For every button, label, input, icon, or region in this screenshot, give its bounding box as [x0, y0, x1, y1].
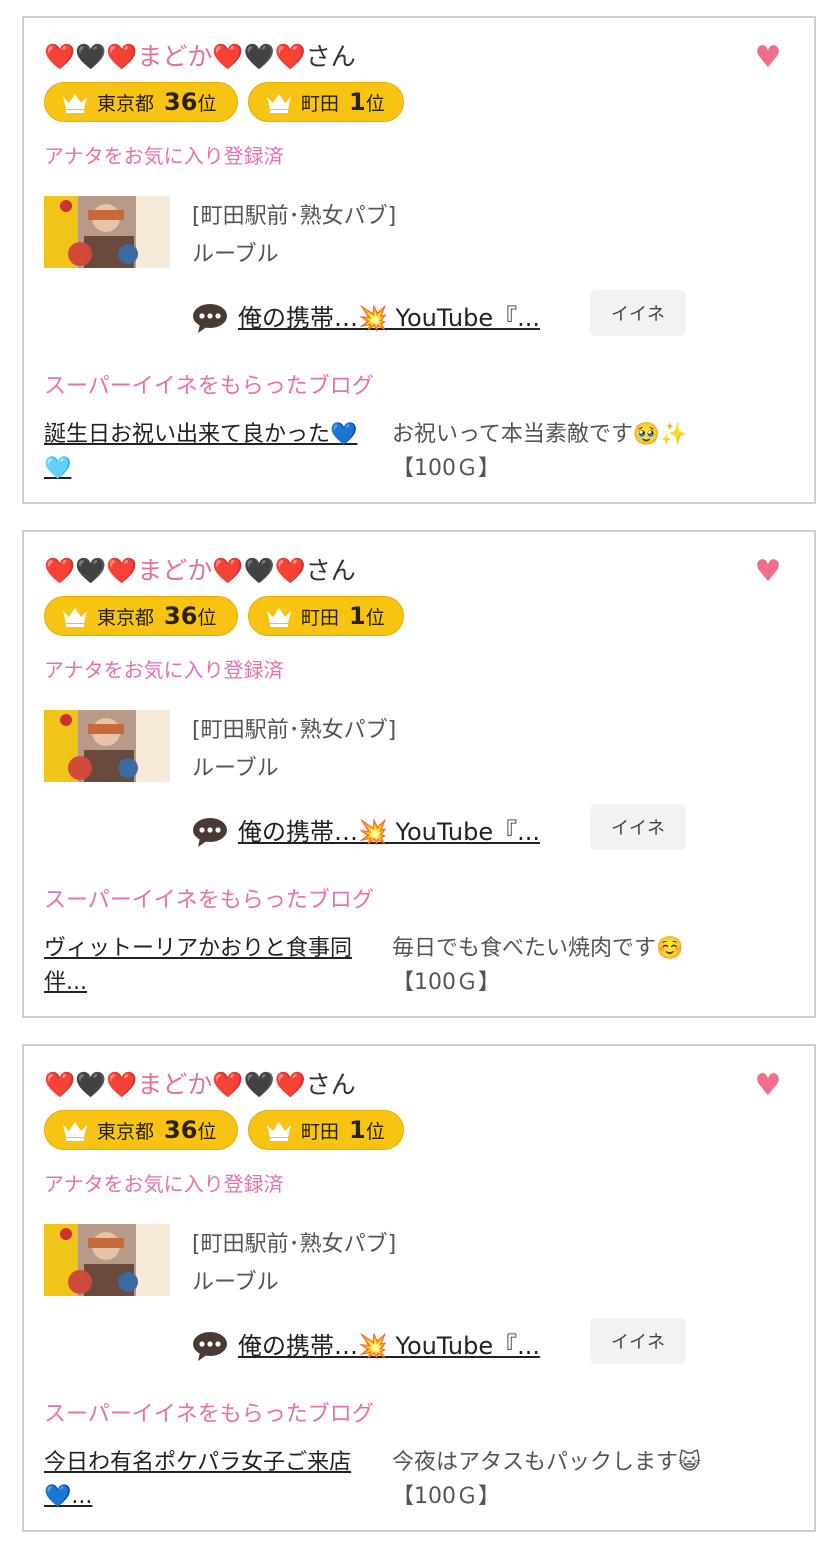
- super-iine-points: 【100Ｇ】: [392, 1484, 500, 1509]
- super-iine-blog-link[interactable]: 今日わ有名ポケパラ女子ご来店💙...: [44, 1446, 374, 1514]
- favorite-status: アナタをお気に入り登録済: [44, 144, 284, 168]
- user-honorific: さん: [305, 42, 356, 71]
- ranking-badge-machida[interactable]: 町田 1位: [248, 82, 404, 122]
- user-name[interactable]: ❤️🖤❤️まどか❤️🖤❤️さん: [44, 1068, 356, 1102]
- super-iine-blog-link[interactable]: 誕生日お祝い出来て良かった💙🩵: [44, 418, 374, 486]
- badge-rank-suffix: 位: [365, 1120, 385, 1143]
- blog-thumbnail[interactable]: [44, 196, 170, 268]
- super-iine-heading: スーパーイイネをもらったブログ: [44, 1402, 374, 1427]
- user-honorific: さん: [305, 556, 356, 585]
- user-name-prefix: ❤️🖤❤️: [44, 1070, 138, 1099]
- super-iine-comment: 毎日でも食べたい焼肉です☺️ 【100Ｇ】: [392, 932, 792, 1000]
- user-name-text: まどか: [137, 556, 213, 585]
- thumbnail-image: [44, 196, 170, 268]
- badge-rank-suffix: 位: [197, 92, 217, 115]
- shop-category: [町田駅前･熟女パブ]: [192, 1232, 397, 1257]
- user-name-prefix: ❤️🖤❤️: [44, 556, 138, 585]
- badge-rank: 1: [349, 1116, 366, 1144]
- user-name[interactable]: ❤️🖤❤️まどか❤️🖤❤️さん: [44, 554, 356, 588]
- super-iine-comment: 今夜はアタスもパックします😺 【100Ｇ】: [392, 1446, 792, 1514]
- user-honorific: さん: [305, 1070, 356, 1099]
- blog-thumbnail[interactable]: [44, 710, 170, 782]
- badge-area: 東京都: [97, 92, 155, 115]
- super-iine-comment-text: 毎日でも食べたい焼肉です☺️: [392, 936, 684, 961]
- blog-link[interactable]: 俺の携帯…💥 YouTube『...: [238, 1326, 540, 1361]
- speech-bubble-icon: [193, 818, 227, 847]
- blog-link[interactable]: 俺の携帯…💥 YouTube『...: [238, 812, 540, 847]
- badge-rank: 36: [164, 602, 198, 630]
- shop-category: [町田駅前･熟女パブ]: [192, 204, 397, 229]
- thumbnail-image: [44, 710, 170, 782]
- badge-rank-suffix: 位: [365, 606, 385, 629]
- badge-rank-suffix: 位: [365, 92, 385, 115]
- crown-icon: [267, 94, 291, 113]
- iine-button[interactable]: イイネ: [590, 1318, 686, 1364]
- diary-card: ❤️🖤❤️まどか❤️🖤❤️さん ♥ 東京都 36 位 町田 1位 アナタをお気に入…: [22, 530, 816, 1018]
- badge-rank: 1: [349, 602, 366, 630]
- super-iine-points: 【100Ｇ】: [392, 970, 500, 995]
- heart-icon[interactable]: ♥: [752, 556, 784, 588]
- thumbnail-image: [44, 1224, 170, 1296]
- super-iine-heading: スーパーイイネをもらったブログ: [44, 374, 374, 399]
- user-name-prefix: ❤️🖤❤️: [44, 42, 138, 71]
- super-iine-heading: スーパーイイネをもらったブログ: [44, 888, 374, 913]
- shop-name: ルーブル: [192, 756, 279, 781]
- iine-button[interactable]: イイネ: [590, 290, 686, 336]
- badge-rank-suffix: 位: [197, 606, 217, 629]
- super-iine-points: 【100Ｇ】: [392, 456, 500, 481]
- shop-category: [町田駅前･熟女パブ]: [192, 718, 397, 743]
- ranking-badge-tokyo[interactable]: 東京都 36 位: [44, 596, 238, 636]
- shop-info[interactable]: [町田駅前･熟女パブ] ルーブル: [192, 1226, 396, 1302]
- user-name-suffix-hearts: ❤️🖤❤️: [212, 1070, 306, 1099]
- badge-area: 町田: [301, 1120, 340, 1143]
- shop-info[interactable]: [町田駅前･熟女パブ] ルーブル: [192, 712, 396, 788]
- heart-icon[interactable]: ♥: [752, 42, 784, 74]
- speech-bubble-icon: [193, 1332, 227, 1361]
- badge-area: 東京都: [97, 1120, 155, 1143]
- badge-rank: 1: [349, 88, 366, 116]
- shop-info[interactable]: [町田駅前･熟女パブ] ルーブル: [192, 198, 396, 274]
- super-iine-comment-text: お祝いって本当素敵です🥹✨: [392, 422, 688, 447]
- user-name-suffix-hearts: ❤️🖤❤️: [212, 42, 306, 71]
- iine-button[interactable]: イイネ: [590, 804, 686, 850]
- user-name-suffix-hearts: ❤️🖤❤️: [212, 556, 306, 585]
- diary-card: ❤️🖤❤️まどか❤️🖤❤️さん ♥ 東京都 36 位 町田 1位 アナタをお気に入…: [22, 16, 816, 504]
- badge-rank: 36: [164, 88, 198, 116]
- crown-icon: [63, 94, 87, 113]
- badge-rank-suffix: 位: [197, 1120, 217, 1143]
- badge-area: 町田: [301, 92, 340, 115]
- ranking-badge-tokyo[interactable]: 東京都 36 位: [44, 82, 238, 122]
- ranking-badge-tokyo[interactable]: 東京都 36 位: [44, 1110, 238, 1150]
- blog-thumbnail[interactable]: [44, 1224, 170, 1296]
- super-iine-comment-text: 今夜はアタスもパックします😺: [392, 1450, 701, 1475]
- crown-icon: [63, 608, 87, 627]
- super-iine-comment: お祝いって本当素敵です🥹✨ 【100Ｇ】: [392, 418, 792, 486]
- ranking-badge-machida[interactable]: 町田 1位: [248, 1110, 404, 1150]
- badge-area: 町田: [301, 606, 340, 629]
- favorite-status: アナタをお気に入り登録済: [44, 1172, 284, 1196]
- user-name[interactable]: ❤️🖤❤️まどか❤️🖤❤️さん: [44, 40, 356, 74]
- diary-card: ❤️🖤❤️まどか❤️🖤❤️さん ♥ 東京都 36 位 町田 1位 アナタをお気に入…: [22, 1044, 816, 1532]
- blog-link[interactable]: 俺の携帯…💥 YouTube『...: [238, 298, 540, 333]
- favorite-status: アナタをお気に入り登録済: [44, 658, 284, 682]
- crown-icon: [267, 608, 291, 627]
- user-name-text: まどか: [137, 1070, 213, 1099]
- crown-icon: [63, 1122, 87, 1141]
- speech-bubble-icon: [193, 304, 227, 333]
- ranking-badge-machida[interactable]: 町田 1位: [248, 596, 404, 636]
- heart-icon[interactable]: ♥: [752, 1070, 784, 1102]
- shop-name: ルーブル: [192, 1270, 279, 1295]
- shop-name: ルーブル: [192, 242, 279, 267]
- badge-area: 東京都: [97, 606, 155, 629]
- badge-rank: 36: [164, 1116, 198, 1144]
- super-iine-blog-link[interactable]: ヴィットーリアかおりと食事同伴...: [44, 932, 374, 1000]
- user-name-text: まどか: [137, 42, 213, 71]
- crown-icon: [267, 1122, 291, 1141]
